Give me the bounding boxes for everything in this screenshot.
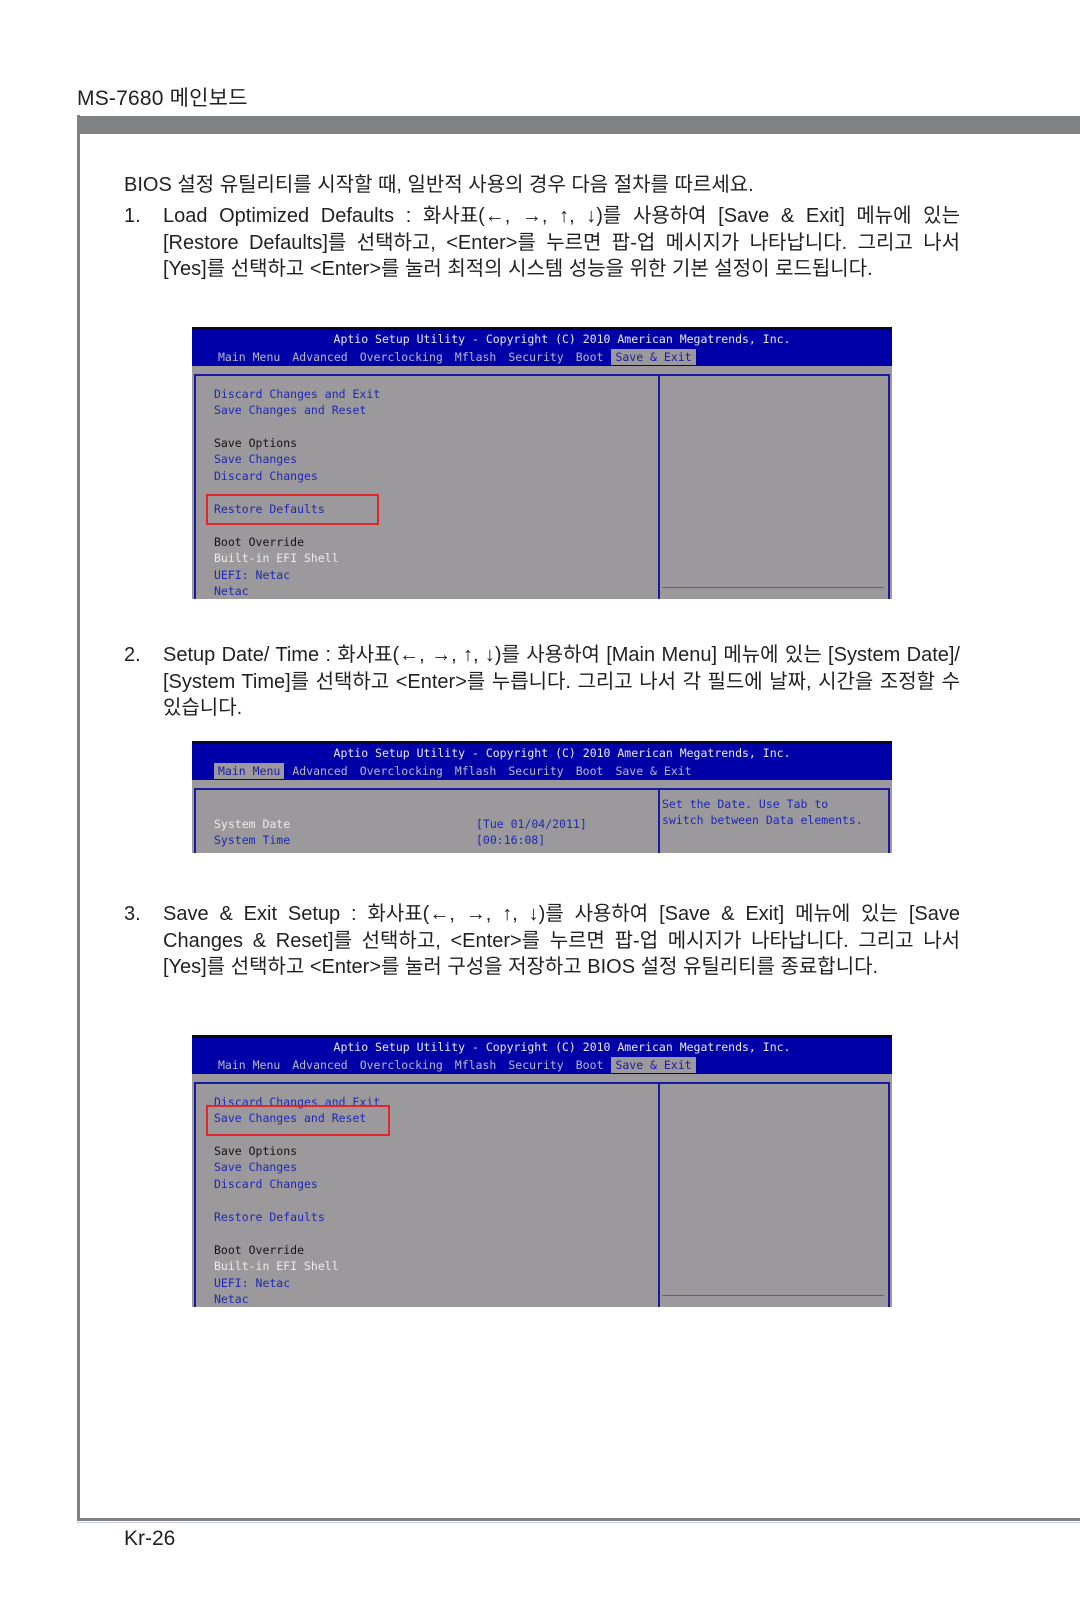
menu-item-netac[interactable]: Netac — [214, 1292, 249, 1306]
bios-title: Aptio Setup Utility - Copyright (C) 2010… — [333, 1040, 791, 1054]
tab-save-exit[interactable]: Save & Exit — [611, 1057, 696, 1073]
bios-header: Aptio Setup Utility - Copyright (C) 2010… — [192, 330, 892, 366]
tab-main-menu[interactable]: Main Menu — [214, 763, 285, 779]
step-text: Setup Date/ Time : 화사표(←, →, ↑, ↓)를 사용하여… — [163, 644, 960, 719]
menu-item-efi-shell[interactable]: Built-in EFI Shell — [214, 1259, 339, 1273]
bios-help-panel — [658, 1082, 890, 1307]
menu-item-discard-changes-exit[interactable]: Discard Changes and Exit — [214, 387, 380, 401]
bios-title: Aptio Setup Utility - Copyright (C) 2010… — [333, 746, 791, 760]
system-date-value[interactable]: [Tue 01/04/2011] — [476, 817, 587, 831]
intro-paragraph: BIOS 설정 유틸리티를 시작할 때, 일반적 사용의 경우 다음 절차를 따… — [124, 174, 754, 196]
step-3: 3. Save & Exit Setup : 화사표(←, →, ↑, ↓)를 … — [124, 901, 960, 981]
tab-overclocking[interactable]: Overclocking — [356, 763, 447, 779]
menu-item-save-changes[interactable]: Save Changes — [214, 1160, 297, 1174]
tab-boot[interactable]: Boot — [572, 1057, 608, 1073]
menu-item-discard-changes[interactable]: Discard Changes — [214, 469, 318, 483]
step-number: 2. — [124, 644, 141, 666]
menu-item-uefi-netac[interactable]: UEFI: Netac — [214, 1276, 290, 1290]
tab-advanced[interactable]: Advanced — [288, 1057, 351, 1073]
tab-save-exit[interactable]: Save & Exit — [611, 763, 695, 779]
step-number: 3. — [124, 903, 141, 925]
tab-security[interactable]: Security — [504, 763, 567, 779]
tab-advanced[interactable]: Advanced — [288, 763, 351, 779]
tab-main-menu[interactable]: Main Menu — [214, 349, 284, 365]
menu-item-restore-defaults[interactable]: Restore Defaults — [214, 1210, 325, 1224]
menu-item-save-changes-reset[interactable]: Save Changes and Reset — [214, 403, 366, 417]
tab-mflash[interactable]: Mflash — [451, 763, 501, 779]
section-label-boot-override: Boot Override — [214, 1243, 305, 1257]
menu-item-uefi-netac[interactable]: UEFI: Netac — [214, 568, 290, 582]
bios-help-panel: Set the Date. Use Tab to switch between … — [658, 788, 890, 853]
menu-item-netac[interactable]: Netac — [214, 584, 249, 598]
bios-screenshot-system-date-time: Aptio Setup Utility - Copyright (C) 2010… — [192, 741, 892, 853]
page-number: Kr-26 — [124, 1527, 176, 1550]
section-label-save-options: Save Options — [214, 1144, 298, 1158]
menu-item-efi-shell[interactable]: Built-in EFI Shell — [214, 551, 339, 565]
step-number: 1. — [124, 205, 141, 227]
tab-main-menu[interactable]: Main Menu — [214, 1057, 284, 1073]
system-time-value[interactable]: [00:16:08] — [476, 833, 545, 847]
bios-menu-panel: System Date [Tue 01/04/2011] System Time… — [194, 788, 658, 853]
section-label-save-options: Save Options — [214, 436, 298, 450]
step-text: Save & Exit Setup : 화사표(←, →, ↑, ↓)를 사용하… — [163, 903, 960, 978]
bios-tab-bar: Main Menu Advanced Overclocking Mflash S… — [214, 1057, 700, 1073]
section-label-boot-override: Boot Override — [214, 535, 305, 549]
tab-boot[interactable]: Boot — [572, 763, 608, 779]
bios-help-panel — [658, 374, 890, 599]
help-divider — [662, 587, 884, 588]
tab-overclocking[interactable]: Overclocking — [356, 1057, 447, 1073]
tab-boot[interactable]: Boot — [572, 349, 608, 365]
footer-divider — [77, 1522, 1080, 1523]
bios-header: Aptio Setup Utility - Copyright (C) 2010… — [192, 744, 892, 780]
bios-screenshot-save-changes-reset: Aptio Setup Utility - Copyright (C) 2010… — [192, 1035, 892, 1307]
menu-item-discard-changes[interactable]: Discard Changes — [214, 1177, 318, 1191]
step-text: Load Optimized Defaults : 화사표(←, →, ↑, ↓… — [163, 205, 960, 280]
system-time-label[interactable]: System Time — [214, 833, 290, 847]
bios-menu-panel: Discard Changes and Exit Save Changes an… — [194, 374, 658, 599]
bios-tab-bar: Main Menu Advanced Overclocking Mflash S… — [214, 349, 700, 365]
tab-security[interactable]: Security — [504, 1057, 567, 1073]
help-text: Set the Date. Use Tab to switch between … — [662, 797, 863, 827]
manual-model-title: MS-7680 메인보드 — [77, 87, 248, 110]
tab-overclocking[interactable]: Overclocking — [356, 349, 447, 365]
help-divider — [662, 1295, 884, 1296]
tab-security[interactable]: Security — [504, 349, 567, 365]
bios-title: Aptio Setup Utility - Copyright (C) 2010… — [333, 332, 791, 346]
tab-save-exit[interactable]: Save & Exit — [611, 349, 696, 365]
bios-menu-panel: Discard Changes and Exit Save Changes an… — [194, 1082, 658, 1307]
highlight-box-restore-defaults — [206, 494, 379, 525]
menu-item-save-changes[interactable]: Save Changes — [214, 452, 297, 466]
tab-mflash[interactable]: Mflash — [451, 349, 501, 365]
bios-screenshot-restore-defaults: Aptio Setup Utility - Copyright (C) 2010… — [192, 327, 892, 599]
tab-advanced[interactable]: Advanced — [288, 349, 351, 365]
tab-mflash[interactable]: Mflash — [451, 1057, 501, 1073]
step-2: 2. Setup Date/ Time : 화사표(←, →, ↑, ↓)를 사… — [124, 642, 960, 722]
bios-header: Aptio Setup Utility - Copyright (C) 2010… — [192, 1038, 892, 1074]
step-1: 1. Load Optimized Defaults : 화사표(←, →, ↑… — [124, 203, 960, 283]
highlight-box-save-changes-reset — [206, 1105, 390, 1136]
bios-tab-bar: Main Menu Advanced Overclocking Mflash S… — [214, 763, 700, 779]
system-date-label[interactable]: System Date — [214, 817, 290, 831]
